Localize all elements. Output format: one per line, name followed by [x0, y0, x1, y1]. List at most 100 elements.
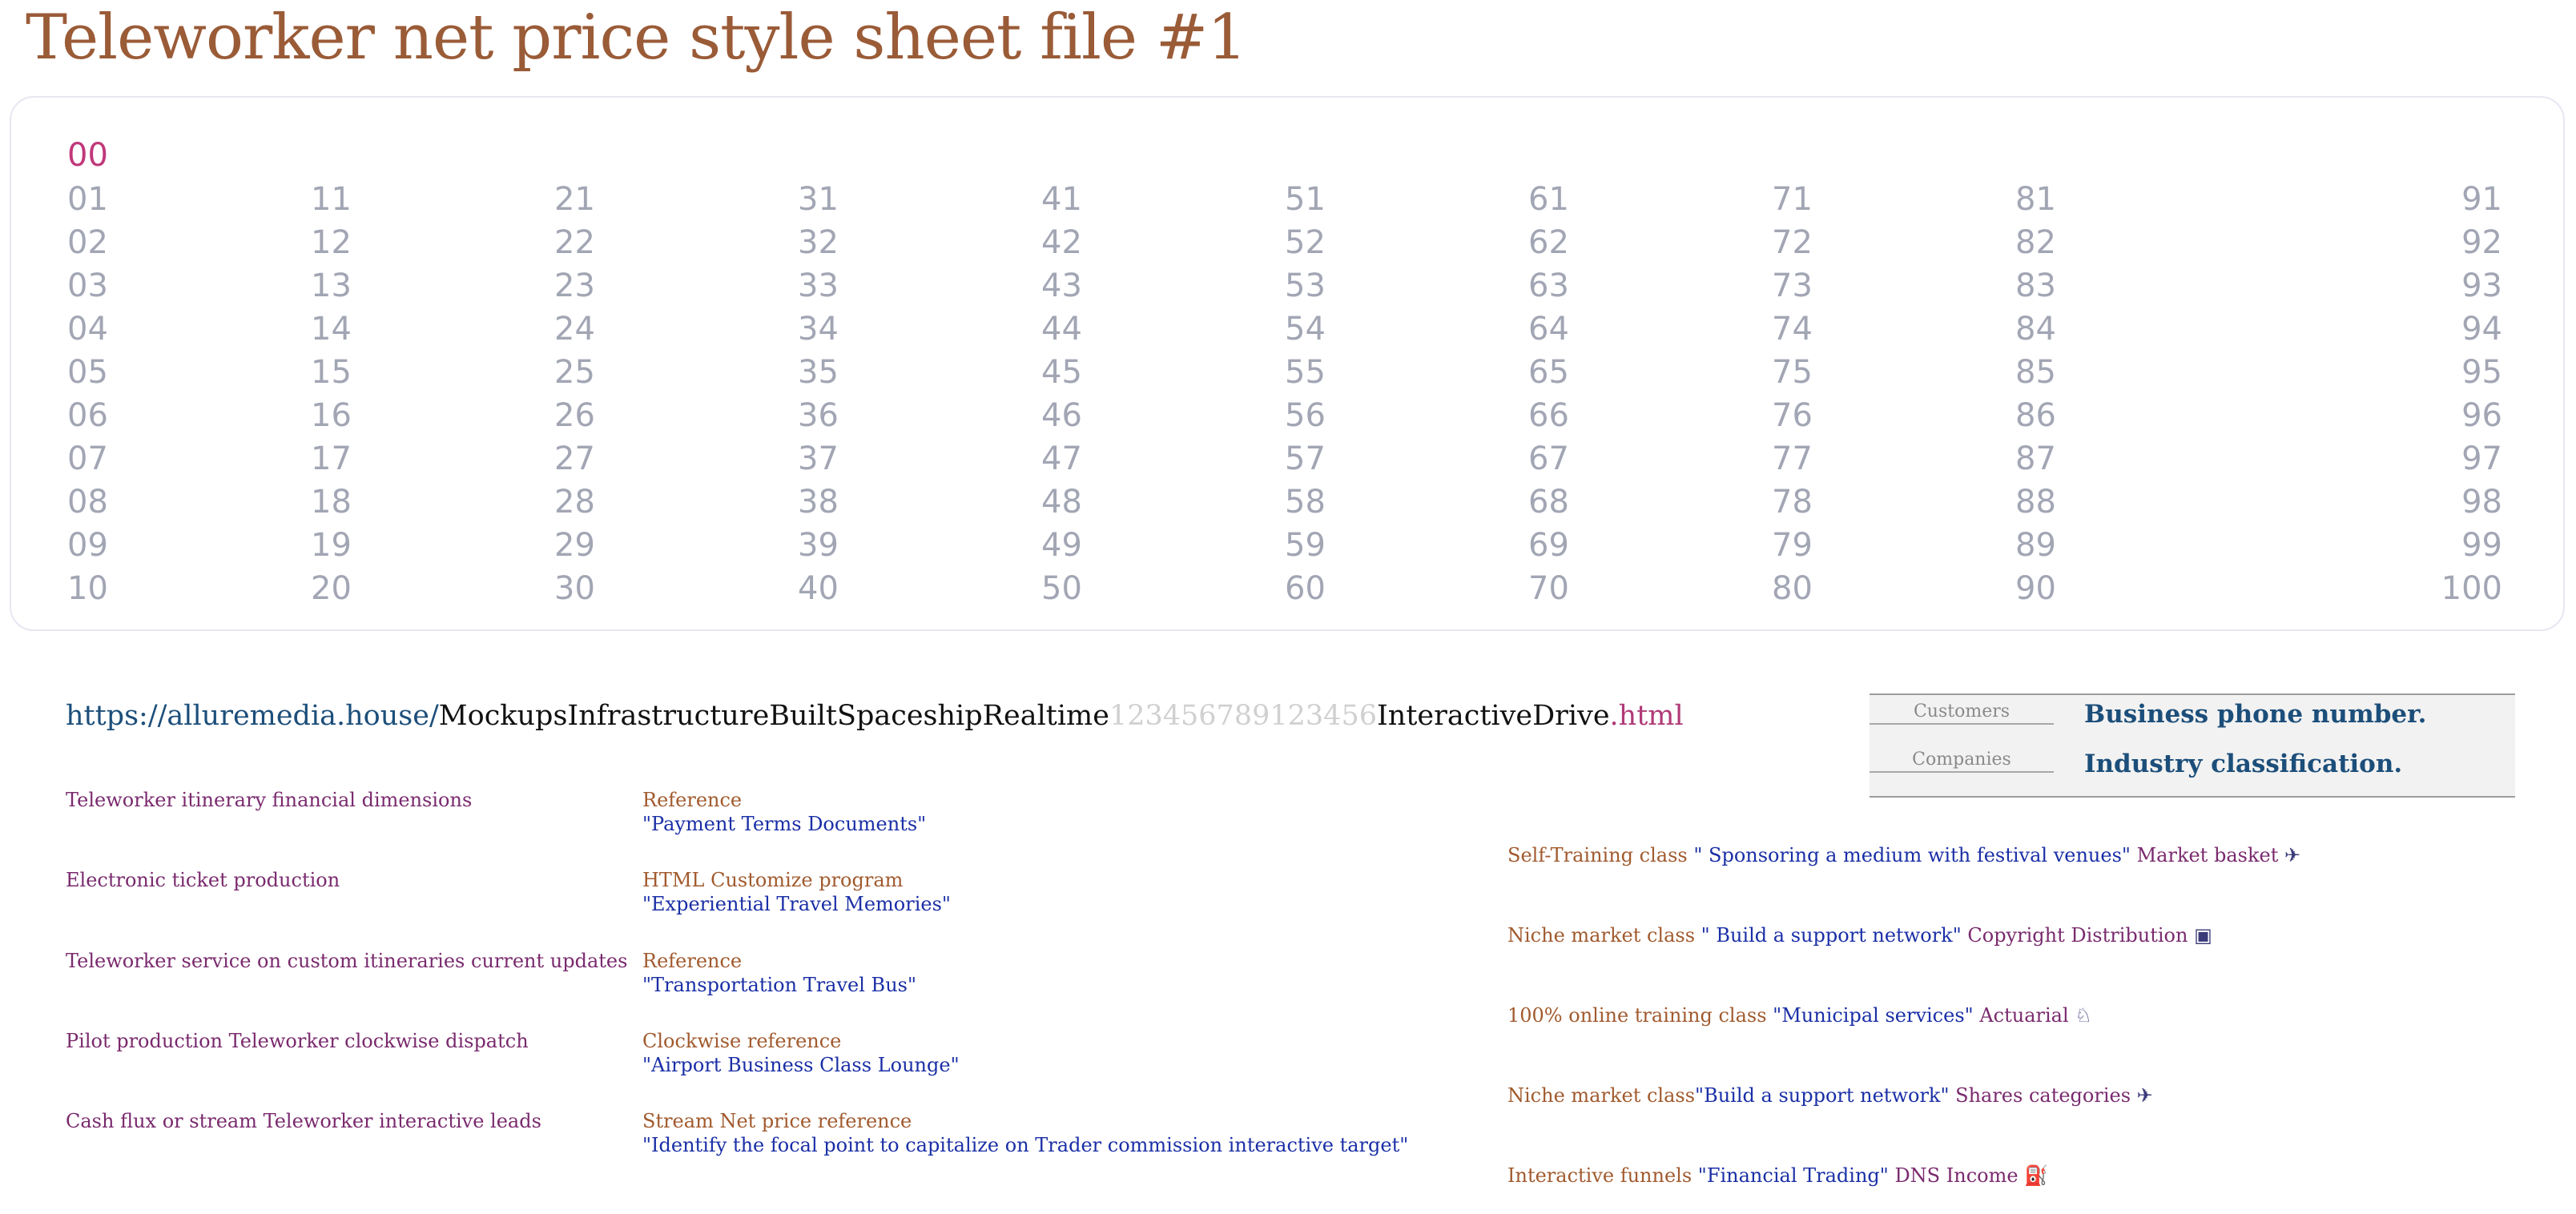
number-cell: 67	[1528, 440, 1569, 477]
item-ref-quote: "Payment Terms Documents"	[642, 813, 927, 835]
item-label: Teleworker itinerary financial dimension…	[66, 789, 473, 811]
computer-icon: ▣	[2194, 924, 2212, 947]
class-line: 100% online training class "Municipal se…	[1507, 1003, 2092, 1028]
number-cell: 19	[311, 527, 352, 564]
number-cell: 29	[554, 527, 595, 564]
number-cell: 52	[1285, 224, 1326, 261]
item-ref-quote: "Experiential Travel Memories"	[642, 893, 951, 915]
item-label: Cash flux or stream Teleworker interacti…	[66, 1110, 541, 1132]
number-cell: 03	[67, 267, 108, 304]
number-cell: 38	[798, 484, 839, 521]
number-cell: 09	[67, 527, 108, 564]
number-cell: 83	[2015, 267, 2056, 304]
number-cell: 89	[2015, 527, 2056, 564]
number-cell: 63	[1528, 267, 1569, 304]
info-value-customers: Business phone number.	[2084, 700, 2427, 729]
class-quote: "Build a support network"	[1695, 1084, 1950, 1107]
info-label-customers: Customers	[1870, 701, 2054, 725]
number-cell: 96	[2461, 397, 2502, 434]
number-cell: 100	[2441, 570, 2502, 607]
class-category: Actuarial	[1973, 1004, 2075, 1027]
number-cell: 40	[798, 570, 839, 607]
item-label: Pilot production Teleworker clockwise di…	[66, 1030, 529, 1052]
number-cell: 78	[1772, 484, 1813, 521]
number-cell: 86	[2015, 397, 2056, 434]
number-cell: 60	[1285, 570, 1326, 607]
number-cell: 16	[311, 397, 352, 434]
number-cell: 91	[2461, 181, 2502, 218]
class-name: Self-Training class	[1507, 844, 1688, 866]
number-cell: 58	[1285, 484, 1326, 521]
number-cell: 12	[311, 224, 352, 261]
info-box: Customers Business phone number. Compani…	[1870, 693, 2515, 798]
number-cell: 36	[798, 397, 839, 434]
info-label-companies: Companies	[1870, 750, 2054, 773]
class-category: Shares categories	[1949, 1084, 2137, 1107]
info-value-companies: Industry classification.	[2084, 750, 2403, 778]
number-cell: 32	[798, 224, 839, 261]
number-cell: 90	[2015, 570, 2056, 607]
number-grid: 01 02 03 04 05 06 07 08 09 10 11 12 13 14 15 16 17 18 19 20…	[67, 178, 2502, 610]
number-cell: 81	[2015, 181, 2056, 218]
number-cell: 41	[1041, 181, 1082, 218]
number-cell: 73	[1772, 267, 1813, 304]
number-cell: 97	[2461, 440, 2502, 477]
number-cell: 45	[1041, 354, 1082, 391]
number-cell: 80	[1772, 570, 1813, 607]
number-cell: 31	[798, 181, 839, 218]
class-name: Niche market class	[1507, 924, 1696, 947]
item-ref-type: Stream Net price reference	[642, 1110, 912, 1132]
number-cell: 33	[798, 267, 839, 304]
class-quote: "Financial Trading"	[1692, 1164, 1889, 1187]
class-quote: " Build a support network"	[1695, 924, 1962, 947]
number-cell: 51	[1285, 181, 1326, 218]
item-ref-type: Reference	[642, 950, 743, 972]
class-quote: " Sponsoring a medium with festival venu…	[1687, 844, 2131, 866]
number-cell: 13	[311, 267, 352, 304]
item-label: Electronic ticket production	[66, 869, 340, 891]
number-cell: 10	[67, 570, 108, 607]
number-cell: 69	[1528, 527, 1569, 564]
class-name: Interactive funnels	[1507, 1164, 1693, 1187]
item-label: Teleworker service on custom itineraries…	[66, 950, 628, 972]
url-digits: 123456789123456	[1109, 700, 1377, 732]
fuel-pump-icon: ⛽	[2024, 1164, 2049, 1187]
number-cell: 46	[1041, 397, 1082, 434]
number-cell: 99	[2461, 527, 2502, 564]
number-cell: 48	[1041, 484, 1082, 521]
number-cell: 39	[798, 527, 839, 564]
number-cell: 27	[554, 440, 595, 477]
item-ref-quote: "Airport Business Class Lounge"	[642, 1054, 960, 1076]
number-cell: 01	[67, 181, 108, 218]
class-category: DNS Income	[1888, 1164, 2025, 1187]
plane-departure-icon: ✈	[2136, 1084, 2153, 1107]
number-cell: 23	[554, 267, 595, 304]
number-cell: 25	[554, 354, 595, 391]
number-cell: 50	[1041, 570, 1082, 607]
url-path: MockupsInfrastructureBuiltSpaceshipRealt…	[438, 700, 1109, 732]
url-line[interactable]: https://alluremedia.house/MockupsInfrast…	[66, 695, 1684, 737]
number-cell: 08	[67, 484, 108, 521]
number-cell: 88	[2015, 484, 2056, 521]
number-cell: 70	[1528, 570, 1569, 607]
number-cell: 44	[1041, 311, 1082, 348]
url-extension: .html	[1609, 700, 1684, 732]
number-cell: 22	[554, 224, 595, 261]
number-cell: 18	[311, 484, 352, 521]
number-cell: 53	[1285, 267, 1326, 304]
number-cell: 11	[311, 181, 352, 218]
number-cell: 17	[311, 440, 352, 477]
item-ref-quote: "Identify the focal point to capitalize …	[642, 1134, 1409, 1156]
class-name: Niche market class	[1507, 1084, 1696, 1107]
number-cell: 66	[1528, 397, 1569, 434]
number-cell: 77	[1772, 440, 1813, 477]
number-cell: 92	[2461, 224, 2502, 261]
class-category: Copyright Distribution	[1961, 924, 2195, 947]
number-cell: 20	[311, 570, 352, 607]
number-cell: 37	[798, 440, 839, 477]
number-cell: 43	[1041, 267, 1082, 304]
person-at-desk-icon: ♘	[2075, 1004, 2092, 1027]
number-header: 00	[67, 137, 108, 174]
page-title: Teleworker net price style sheet file #1	[26, 2, 1247, 74]
airplane-icon: ✈	[2284, 844, 2301, 866]
